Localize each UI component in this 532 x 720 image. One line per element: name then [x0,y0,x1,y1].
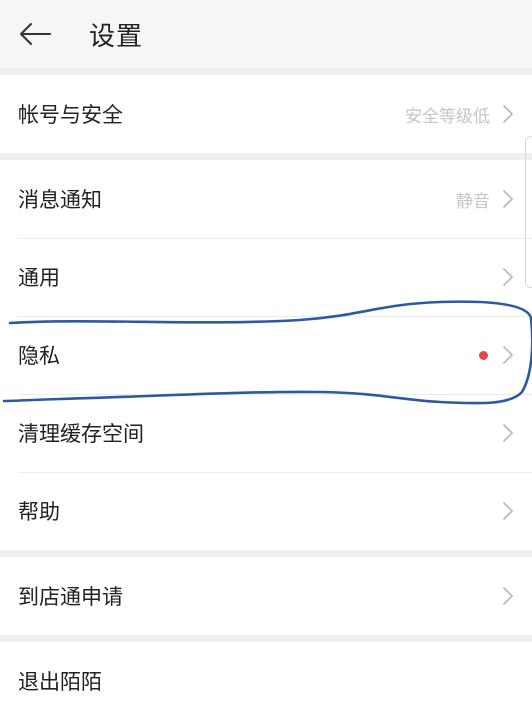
page-title: 设置 [89,21,144,52]
top-bar: 设置 [0,0,532,68]
settings-item-store-application[interactable]: 到店通申请 [0,557,532,635]
settings-item-account-security[interactable]: 帐号与安全 安全等级低 [0,75,532,153]
logout-button[interactable]: 退出陌陌 [0,642,532,720]
settings-item-label: 消息通知 [18,188,102,212]
settings-item-privacy[interactable]: 隐私 [0,316,532,394]
settings-item-label: 退出陌陌 [18,670,102,694]
settings-item-value: 安全等级低 [405,106,490,127]
edge-handle[interactable] [525,136,532,288]
settings-group-store: 到店通申请 [0,557,532,635]
chevron-right-icon [502,422,516,444]
chevron-right-icon [502,344,516,366]
chevron-right-icon [502,585,516,607]
settings-group-general: 消息通知 静音 通用 隐私 清理缓存空间 帮助 [0,160,532,550]
settings-item-general[interactable]: 通用 [0,238,532,316]
settings-item-value: 静音 [456,191,490,212]
settings-item-label: 帐号与安全 [18,103,123,127]
settings-item-notifications[interactable]: 消息通知 静音 [0,160,532,238]
chevron-right-icon [502,500,516,522]
settings-item-help[interactable]: 帮助 [0,472,532,550]
back-button[interactable] [18,12,62,56]
settings-item-label: 通用 [18,266,60,290]
notification-dot-badge [479,350,488,360]
settings-item-clear-cache[interactable]: 清理缓存空间 [0,394,532,472]
chevron-right-icon [502,266,516,288]
settings-item-label: 清理缓存空间 [18,422,144,446]
settings-item-label: 隐私 [18,344,60,368]
settings-item-label: 帮助 [18,500,60,524]
settings-item-label: 到店通申请 [18,585,123,609]
settings-group-logout: 退出陌陌 [0,642,532,720]
arrow-left-icon [20,23,51,45]
chevron-right-icon [502,103,516,125]
chevron-right-icon [502,188,516,210]
settings-group-account: 帐号与安全 安全等级低 [0,75,532,153]
